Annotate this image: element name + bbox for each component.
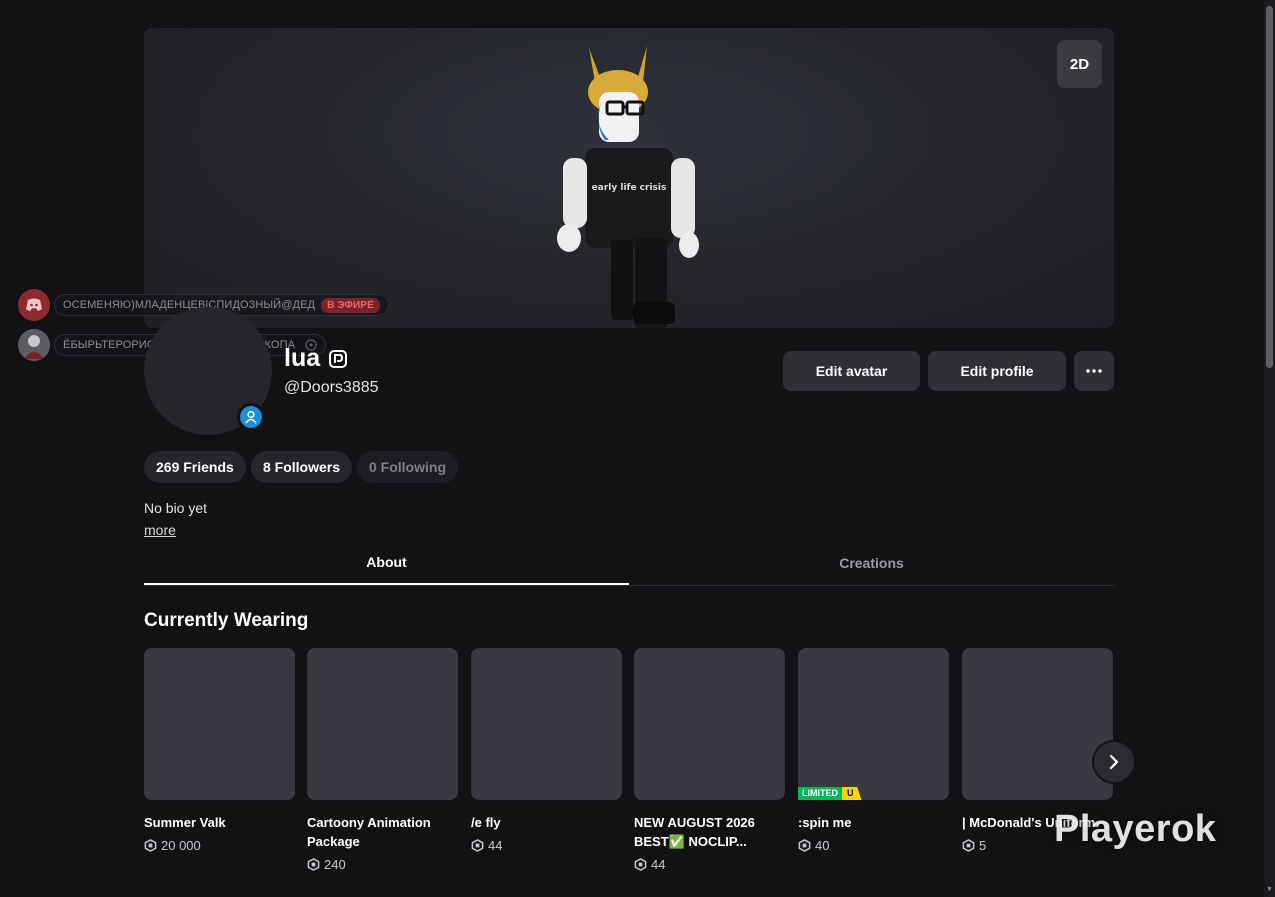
avatar-banner: early life crisis 2D — [144, 28, 1114, 328]
item-price: 40 — [798, 838, 949, 853]
item-thumbnail — [307, 648, 458, 800]
carousel-next-button[interactable] — [1094, 742, 1134, 782]
followers-count-button[interactable]: 8 Followers — [251, 451, 353, 483]
tab-creations[interactable]: Creations — [629, 540, 1114, 585]
item-price-value: 40 — [815, 838, 830, 853]
discord-icon — [18, 289, 50, 321]
robux-icon — [962, 839, 975, 852]
page-scrollbar[interactable]: ▼ — [1264, 0, 1275, 897]
item-price-value: 5 — [979, 838, 987, 853]
following-count-button[interactable]: 0 Following — [357, 451, 458, 483]
user-avatar — [18, 329, 50, 361]
chevron-right-icon — [1109, 754, 1119, 770]
item-price: 44 — [471, 838, 622, 853]
item-price-value: 44 — [651, 857, 666, 872]
friends-count-button[interactable]: 269 Friends — [144, 451, 246, 483]
more-options-button[interactable] — [1074, 351, 1114, 391]
item-name: Cartoony Animation Package — [307, 815, 431, 849]
edit-profile-button[interactable]: Edit profile — [928, 351, 1066, 391]
wearing-item[interactable]: NEW AUGUST 2026 BEST✅ NOCLIP... 44 — [634, 648, 785, 872]
item-price-value: 44 — [488, 838, 503, 853]
premium-icon — [328, 349, 348, 369]
bio-more-link[interactable]: more — [144, 522, 176, 538]
presence-online-icon — [237, 403, 265, 431]
item-thumbnail: LIMITED U — [798, 648, 949, 800]
item-thumbnail — [634, 648, 785, 800]
avatar-3d-figure: early life crisis — [557, 46, 699, 328]
more-dots-icon — [1086, 369, 1102, 373]
currently-wearing-title: Currently Wearing — [144, 610, 309, 631]
limited-u-label: U — [842, 787, 862, 800]
limited-unique-badge: LIMITED U — [798, 787, 862, 800]
watermark-text: Playerok — [1054, 808, 1217, 850]
item-thumbnail — [962, 648, 1113, 800]
item-price: 240 — [307, 857, 458, 872]
item-thumbnail — [144, 648, 295, 800]
live-badge: В ЭФИРЕ — [321, 297, 380, 313]
limited-label: LIMITED — [798, 787, 842, 800]
wearing-item[interactable]: /e fly 44 — [471, 648, 622, 853]
item-price: 20 000 — [144, 838, 295, 853]
username: @Doors3885 — [284, 379, 379, 396]
robux-icon — [307, 858, 320, 871]
robux-icon — [798, 839, 811, 852]
item-price-value: 240 — [324, 857, 346, 872]
wearing-item[interactable]: Summer Valk 20 000 — [144, 648, 295, 853]
robux-icon — [471, 839, 484, 852]
display-name-text: lua — [284, 344, 321, 372]
item-thumbnail — [471, 648, 622, 800]
wearing-item[interactable]: LIMITED U :spin me 40 — [798, 648, 949, 853]
edit-avatar-button[interactable]: Edit avatar — [783, 351, 920, 391]
wearing-item[interactable]: Cartoony Animation Package 240 — [307, 648, 458, 872]
toggle-2d-button[interactable]: 2D — [1057, 40, 1102, 88]
robux-icon — [634, 858, 647, 871]
item-price: 44 — [634, 857, 785, 872]
display-name: lua — [284, 344, 348, 373]
tab-about[interactable]: About — [144, 540, 629, 585]
item-name: NEW AUGUST 2026 BEST✅ NOCLIP... — [634, 815, 755, 849]
bio-text: No bio yet — [144, 500, 208, 516]
item-price-value: 20 000 — [161, 838, 201, 853]
item-name: Summer Valk — [144, 815, 226, 830]
shirt-print: early life crisis — [592, 183, 667, 193]
item-name: /e fly — [471, 815, 501, 830]
scrollbar-thumb[interactable] — [1266, 6, 1273, 368]
robux-icon — [144, 839, 157, 852]
scroll-down-icon[interactable]: ▼ — [1266, 886, 1273, 893]
profile-tabs: About Creations — [144, 540, 1114, 586]
item-name: :spin me — [798, 815, 852, 830]
